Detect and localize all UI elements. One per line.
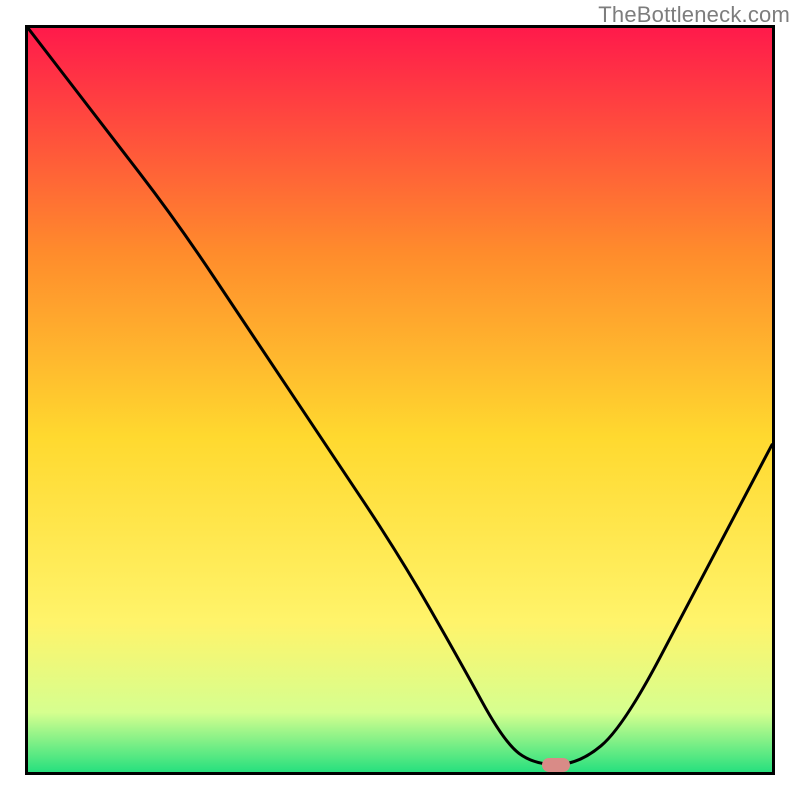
bottleneck-curve — [28, 28, 772, 772]
optimal-point-marker — [542, 758, 570, 772]
chart-canvas: TheBottleneck.com — [0, 0, 800, 800]
plot-area — [25, 25, 775, 775]
